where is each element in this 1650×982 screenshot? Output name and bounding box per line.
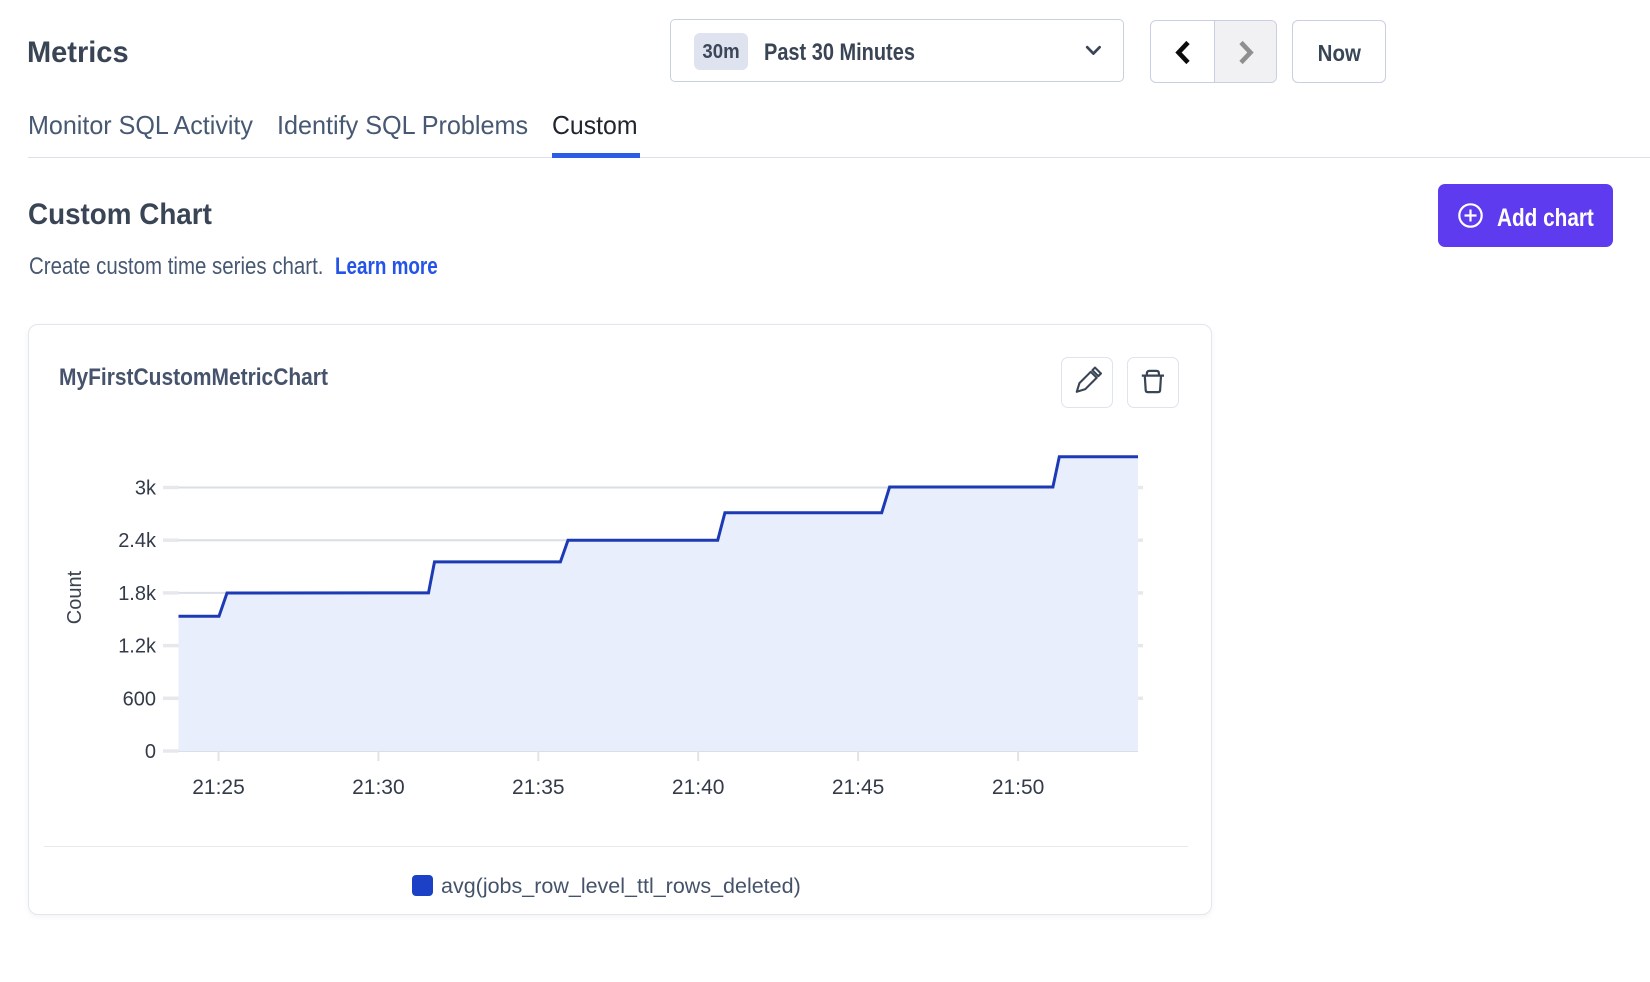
svg-text:21:25: 21:25 xyxy=(192,776,245,799)
svg-text:3k: 3k xyxy=(135,478,157,500)
svg-text:21:30: 21:30 xyxy=(352,776,405,799)
svg-text:21:50: 21:50 xyxy=(992,776,1045,799)
svg-text:21:35: 21:35 xyxy=(512,776,565,799)
svg-text:0: 0 xyxy=(145,741,156,763)
svg-text:21:40: 21:40 xyxy=(672,776,725,799)
svg-text:600: 600 xyxy=(123,688,156,710)
svg-text:21:45: 21:45 xyxy=(832,776,885,799)
svg-text:1.2k: 1.2k xyxy=(118,636,157,658)
svg-text:Count: Count xyxy=(64,570,86,624)
svg-text:2.4k: 2.4k xyxy=(118,530,157,552)
svg-text:1.8k: 1.8k xyxy=(118,583,157,605)
